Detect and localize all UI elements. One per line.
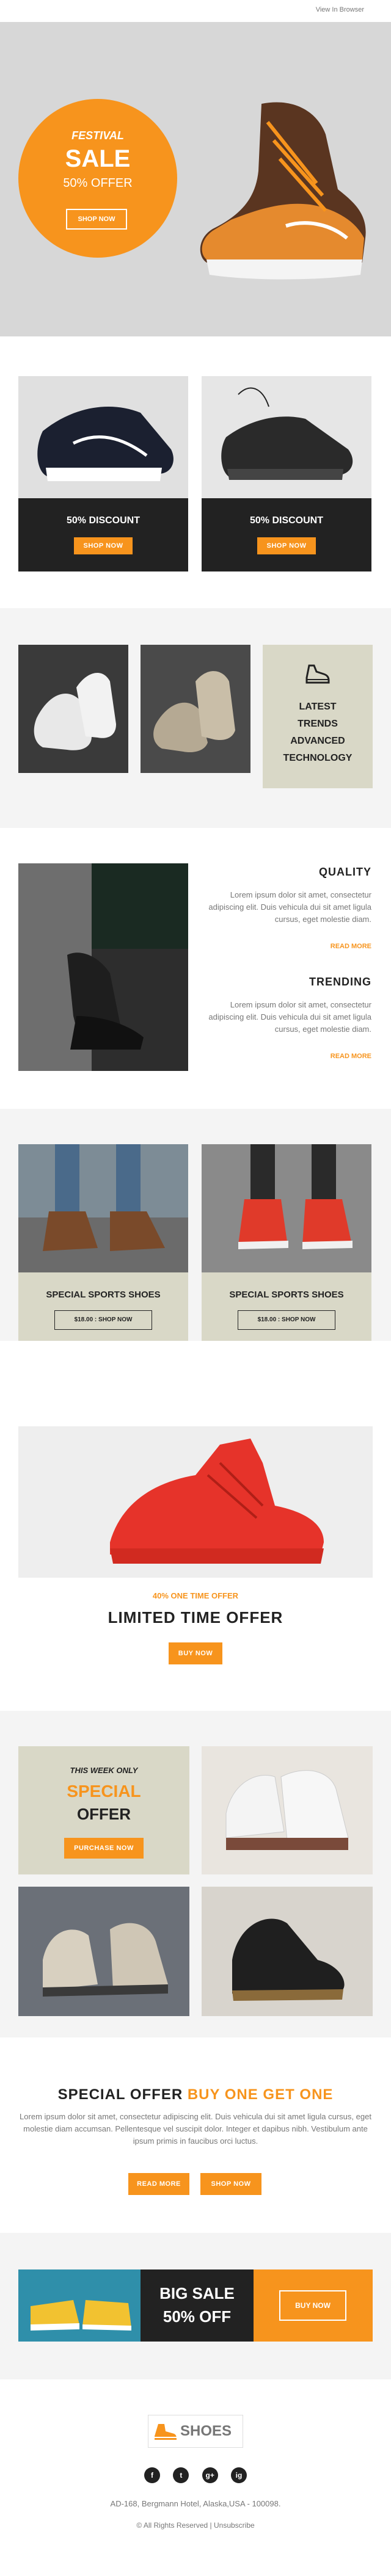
quality-read-more-link[interactable]: READ MORE: [208, 943, 371, 950]
tech-info-card: LATEST TRENDS ADVANCED TECHNOLOGY: [263, 645, 373, 788]
discount-left-card: 50% DISCOUNT SHOP NOW: [18, 498, 188, 571]
discount-left-label: 50% DISCOUNT: [66, 515, 141, 526]
footer-logo-text: SHOES: [180, 2423, 232, 2439]
big-sale-line1: BIG SALE: [159, 2284, 235, 2302]
sports-right-shop-button[interactable]: $18.00 : SHOP NOW: [238, 1310, 335, 1330]
big-sale-section: BIG SALE 50% OFF BUY NOW: [0, 2233, 391, 2379]
special-shoe-image-1: [202, 1746, 373, 1874]
view-in-browser-link[interactable]: View In Browser: [316, 6, 364, 13]
sports-left-title: SPECIAL SPORTS SHOES: [46, 1290, 161, 1300]
quality-title: QUALITY: [319, 866, 371, 878]
sports-right-image: [202, 1144, 371, 1272]
big-sale-line2: 50% OFF: [163, 2307, 232, 2326]
trending-title: TRENDING: [309, 976, 371, 988]
technology-section: LATEST TRENDS ADVANCED TECHNOLOGY: [0, 608, 391, 828]
sports-section: SPECIAL SPORTS SHOES $18.00 : SHOP NOW S…: [0, 1109, 391, 1341]
big-sale-text-block: BIG SALE 50% OFF: [141, 2269, 254, 2342]
quality-section: QUALITY Lorem ipsum dolor sit amet, cons…: [0, 828, 391, 1103]
footer-address: AD-168, Bergmann Hotel, Alaska,USA - 100…: [110, 2499, 281, 2508]
sports-left-image: [18, 1144, 188, 1272]
big-sale-buy-now-button[interactable]: BUY NOW: [279, 2290, 346, 2321]
limited-shoe-image: [18, 1426, 373, 1578]
sports-left-shop-button[interactable]: $18.00 : SHOP NOW: [54, 1310, 152, 1330]
special-week-label: THIS WEEK ONLY: [70, 1766, 138, 1775]
bogo-shop-now-button[interactable]: SHOP NOW: [200, 2173, 261, 2195]
shoe-icon: [305, 663, 330, 685]
tech-shoe-image-2: [141, 645, 250, 773]
tech-line-2: TRENDS: [298, 719, 338, 729]
discount-left-image: [18, 376, 188, 498]
trending-read-more-link[interactable]: READ MORE: [208, 1053, 371, 1060]
bogo-read-more-button[interactable]: READ MORE: [128, 2173, 189, 2195]
bogo-text: Lorem ipsum dolor sit amet, consectetur …: [20, 2112, 371, 2146]
big-sale-button-block: BUY NOW: [254, 2269, 373, 2342]
hero-sale: SALE: [65, 145, 131, 172]
special-shoe-image-3: [202, 1887, 373, 2016]
bogo-title: SPECIAL OFFER BUY ONE GET ONE: [0, 2086, 391, 2103]
twitter-icon[interactable]: t: [173, 2467, 189, 2483]
quality-text: Lorem ipsum dolor sit amet, consectetur …: [208, 890, 371, 924]
hero-shop-now-button[interactable]: SHOP NOW: [66, 209, 127, 230]
footer-logo[interactable]: SHOES: [148, 2415, 243, 2448]
special-shoe-image-2: [18, 1887, 189, 2016]
hero-section: FESTIVAL SALE 50% OFFER SHOP NOW: [0, 22, 391, 336]
tech-text: LATEST TRENDS ADVANCED TECHNOLOGY: [263, 698, 373, 767]
discount-left-shop-button[interactable]: SHOP NOW: [74, 537, 133, 554]
social-icons: f t g+ ig: [144, 2467, 247, 2483]
tech-line-4: TECHNOLOGY: [283, 753, 353, 763]
hero-sneaker-image: [194, 98, 371, 287]
footer-copyright[interactable]: © All Rights Reserved | Unsubscribe: [0, 2521, 391, 2530]
hero-offer: 50% OFFER: [63, 176, 133, 190]
instagram-icon[interactable]: ig: [230, 2467, 247, 2483]
special-offer-section: THIS WEEK ONLY SPECIAL OFFER PURCHASE NO…: [0, 1711, 391, 2037]
big-sale-image: [18, 2269, 141, 2342]
discount-right-card: 50% DISCOUNT SHOP NOW: [202, 498, 371, 571]
sports-left-card: SPECIAL SPORTS SHOES $18.00 : SHOP NOW: [18, 1272, 188, 1341]
google-plus-icon[interactable]: g+: [202, 2467, 218, 2483]
limited-buy-now-button[interactable]: BUY NOW: [169, 1642, 222, 1664]
sports-right-card: SPECIAL SPORTS SHOES $18.00 : SHOP NOW: [202, 1272, 371, 1341]
bogo-title-part2: BUY ONE GET ONE: [187, 2086, 334, 2103]
trending-text: Lorem ipsum dolor sit amet, consectetur …: [208, 1000, 371, 1034]
special-offer-card: THIS WEEK ONLY SPECIAL OFFER PURCHASE NO…: [18, 1746, 189, 1874]
hero-festival: FESTIVAL: [71, 129, 124, 142]
discount-right-image: [202, 376, 371, 498]
limited-section: 40% ONE TIME OFFER LIMITED TIME OFFER BU…: [0, 1341, 391, 1686]
special-title: SPECIAL: [67, 1782, 141, 1801]
limited-title: LIMITED TIME OFFER: [108, 1608, 283, 1627]
tech-shoe-image-1: [18, 645, 128, 773]
discount-section: 50% DISCOUNT SHOP NOW 50% DISCOUNT SHOP …: [0, 339, 391, 590]
discount-right-shop-button[interactable]: SHOP NOW: [257, 537, 316, 554]
special-offer-title: OFFER: [76, 1805, 131, 1823]
special-purchase-now-button[interactable]: PURCHASE NOW: [64, 1838, 144, 1859]
bogo-section: SPECIAL OFFER BUY ONE GET ONE Lorem ipsu…: [0, 2037, 391, 2233]
discount-right-label: 50% DISCOUNT: [249, 515, 324, 526]
bogo-title-part1: SPECIAL OFFER: [57, 2086, 188, 2103]
tech-line-1: LATEST: [299, 702, 337, 712]
quality-image: [18, 863, 188, 1071]
sports-right-title: SPECIAL SPORTS SHOES: [229, 1290, 344, 1300]
top-bar: View In Browser: [0, 0, 391, 22]
limited-subtitle: 40% ONE TIME OFFER: [152, 1591, 239, 1600]
footer: SHOES f t g+ ig AD-168, Bergmann Hotel, …: [0, 2379, 391, 2576]
tech-line-3: ADVANCED: [290, 736, 345, 746]
facebook-icon[interactable]: f: [144, 2467, 160, 2483]
